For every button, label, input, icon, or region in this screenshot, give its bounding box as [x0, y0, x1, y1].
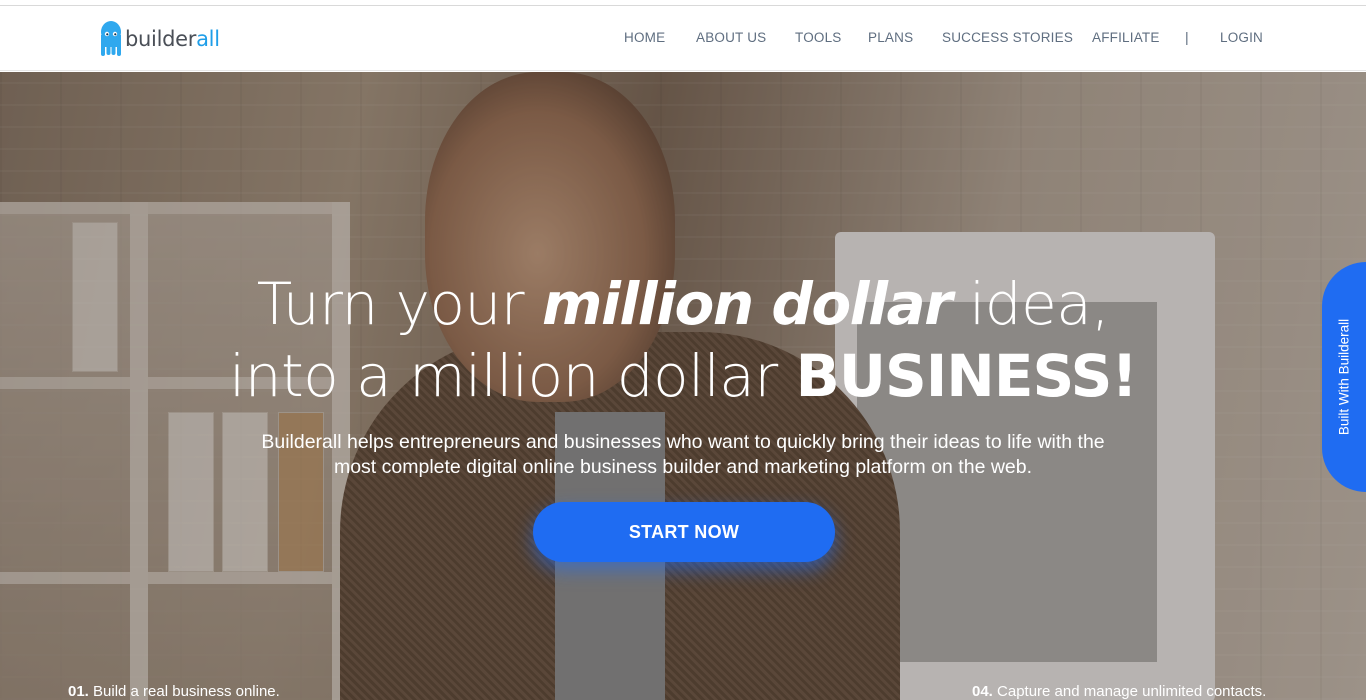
hero-headline: Turn your million dollar idea, into a mi…: [0, 268, 1366, 412]
built-with-builderall-tab[interactable]: Built With Builderall: [1322, 262, 1366, 492]
nav-about-us[interactable]: ABOUT US: [696, 30, 766, 45]
feature-item-04: 04. Capture and manage unlimited contact…: [972, 683, 1267, 700]
nav-success-stories[interactable]: SUCCESS STORIES: [942, 30, 1073, 45]
nav-affiliate[interactable]: AFFILIATE: [1092, 30, 1160, 45]
nav-separator: |: [1185, 29, 1189, 45]
main-nav: HOME ABOUT US TOOLS PLANS SUCCESS STORIE…: [0, 6, 1366, 71]
nav-plans[interactable]: PLANS: [868, 30, 913, 45]
nav-tools[interactable]: TOOLS: [795, 30, 842, 45]
headline-line-2: into a million dollar BUSINESS!: [229, 342, 1138, 410]
hero-subtext: Builderall helps entrepreneurs and busin…: [261, 431, 1105, 478]
feature-item-01: 01. Build a real business online.: [68, 683, 280, 700]
headline-line-1: Turn your million dollar idea,: [256, 270, 1110, 338]
nav-home[interactable]: HOME: [624, 30, 665, 45]
top-navbar: builderall HOME ABOUT US TOOLS PLANS SUC…: [0, 6, 1366, 71]
side-tab-label: Built With Builderall: [1336, 318, 1352, 436]
nav-login[interactable]: LOGIN: [1220, 30, 1263, 45]
start-now-button[interactable]: START NOW: [533, 502, 835, 562]
